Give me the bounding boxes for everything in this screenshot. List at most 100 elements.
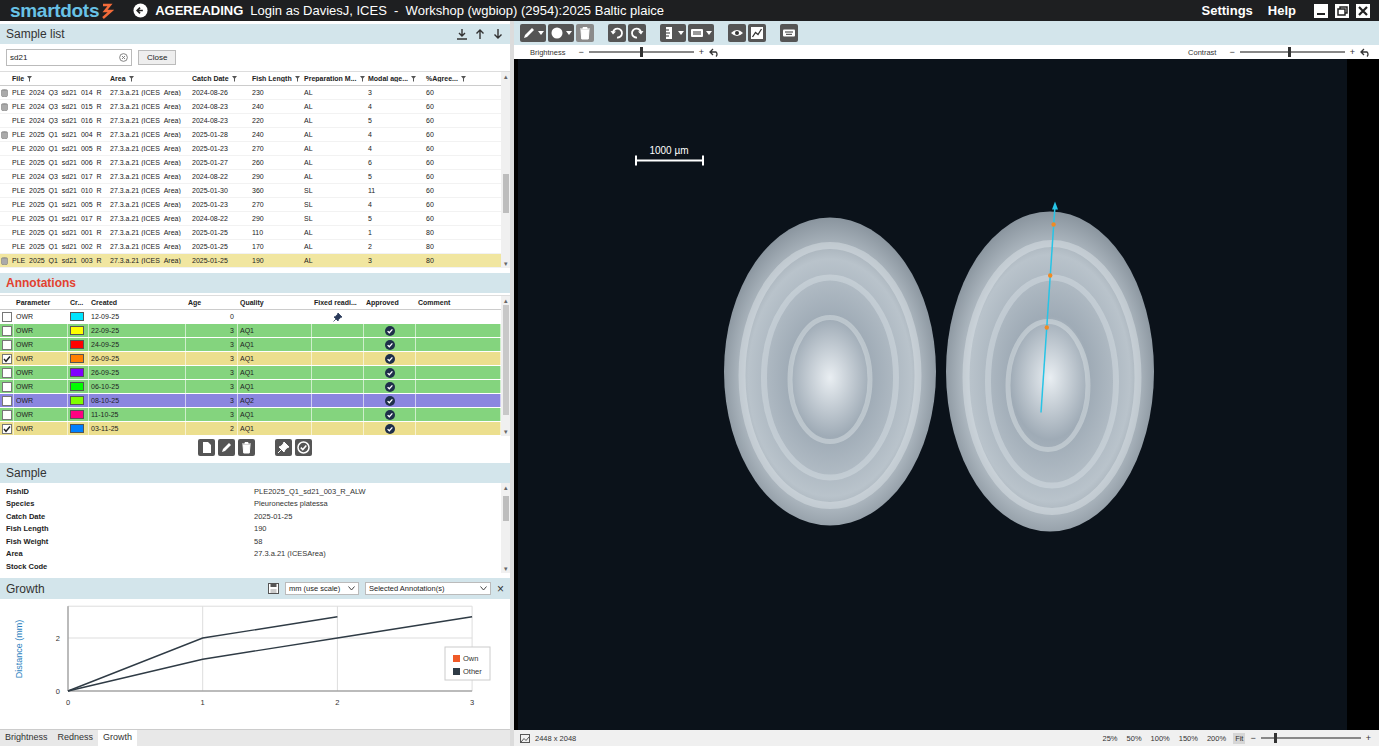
keyboard-button[interactable] <box>780 24 798 42</box>
increase-button[interactable]: + <box>1350 47 1355 57</box>
table-row[interactable]: PLE_2024_Q3_sd21_015_R27.3.a.21 (ICES_Ar… <box>0 100 501 114</box>
layers-tool[interactable] <box>688 24 714 42</box>
undo-button[interactable] <box>608 24 626 42</box>
slider-knob[interactable] <box>1288 47 1291 57</box>
row-checkbox[interactable] <box>2 312 12 322</box>
minimize-icon[interactable] <box>1313 3 1329 19</box>
table-row[interactable]: PLE_2025_Q1_sd21_001_R27.3.a.21 (ICES_Ar… <box>0 226 501 240</box>
column-header[interactable]: File <box>10 75 108 82</box>
annotation-row[interactable]: OWR26-09-253AQ1 <box>0 352 501 366</box>
otolith-image[interactable]: 1000 µm <box>518 59 1347 730</box>
close-button[interactable]: × <box>497 582 504 596</box>
search-field[interactable]: sd21 <box>6 49 132 66</box>
table-row[interactable]: PLE_2025_Q1_sd21_006_R27.3.a.21 (ICES_Ar… <box>0 156 501 170</box>
filter-icon[interactable] <box>411 76 416 82</box>
annotation-row[interactable]: OWR11-10-253AQ1 <box>0 408 501 422</box>
unit-select[interactable]: mm (use scale) <box>285 582 359 595</box>
column-header[interactable]: Modal age... <box>366 75 424 82</box>
approve-icon[interactable] <box>295 439 312 456</box>
slider[interactable] <box>589 51 694 53</box>
table-row[interactable]: PLE_2025_Q1_sd21_010_R27.3.a.21 (ICES_Ar… <box>0 184 501 198</box>
tab[interactable]: Growth <box>98 730 137 746</box>
delete-icon[interactable] <box>238 439 255 456</box>
zoom-slider[interactable] <box>1261 737 1361 739</box>
filter-icon[interactable] <box>461 76 466 82</box>
slider-knob[interactable] <box>640 47 643 57</box>
menu-item[interactable]: Settings <box>1202 3 1253 18</box>
dot-tool[interactable] <box>548 24 574 42</box>
maximize-icon[interactable] <box>1334 3 1350 19</box>
zoom-out-button[interactable]: − <box>1250 733 1255 743</box>
zoom-option[interactable]: 25% <box>1101 733 1120 744</box>
annotation-row[interactable]: OWR22-09-253AQ1 <box>0 324 501 338</box>
row-checkbox[interactable] <box>2 340 12 350</box>
annotation-row[interactable]: OWR08-10-253AQ2 <box>0 394 501 408</box>
row-checkbox[interactable] <box>2 368 12 378</box>
filter-icon[interactable] <box>360 76 365 82</box>
table-row[interactable]: PLE_2025_Q1_sd21_002_R27.3.a.21 (ICES_Ar… <box>0 240 501 254</box>
column-header[interactable]: Approved <box>364 296 416 309</box>
visibility-button[interactable] <box>728 24 746 42</box>
zoom-option[interactable]: Fit <box>1233 733 1245 744</box>
measure-tool[interactable] <box>660 24 686 42</box>
scrollbar[interactable]: ▴▾ <box>501 296 510 436</box>
slider-knob[interactable] <box>1274 733 1277 743</box>
column-header[interactable]: Cr... <box>68 296 89 309</box>
column-header[interactable]: Parameter <box>14 296 68 309</box>
tab[interactable]: Brightness <box>0 730 53 746</box>
clear-icon[interactable] <box>119 53 128 62</box>
row-checkbox[interactable] <box>2 326 12 336</box>
profile-button[interactable] <box>748 24 766 42</box>
row-checkbox[interactable] <box>2 396 12 406</box>
arrow-up-icon[interactable] <box>474 28 486 40</box>
increase-button[interactable]: + <box>699 47 704 57</box>
save-icon[interactable] <box>268 583 279 594</box>
filter-icon[interactable] <box>27 76 32 82</box>
reset-icon[interactable] <box>709 48 720 57</box>
annotation-row[interactable]: OWR24-09-253AQ1 <box>0 338 501 352</box>
column-header[interactable]: Fixed readi... <box>312 296 364 309</box>
pin-icon[interactable] <box>275 439 292 456</box>
tab[interactable]: Redness <box>53 730 99 746</box>
annotation-line[interactable] <box>1041 202 1058 413</box>
arrow-down-icon[interactable] <box>492 28 504 40</box>
column-header[interactable]: %Agree... <box>424 75 501 82</box>
column-header[interactable]: Quality <box>238 296 312 309</box>
reset-icon[interactable] <box>1360 48 1371 57</box>
table-row[interactable]: PLE_2025_Q1_sd21_017_R27.3.a.21 (ICES_Ar… <box>0 212 501 226</box>
slider[interactable] <box>1240 51 1345 53</box>
column-header[interactable]: Age <box>186 296 238 309</box>
zoom-in-button[interactable]: + <box>1366 733 1371 743</box>
new-annotation-icon[interactable] <box>198 439 215 456</box>
close-icon[interactable] <box>1355 3 1371 19</box>
row-checkbox[interactable] <box>2 382 12 392</box>
table-row[interactable]: PLE_2020_Q1_sd21_005_R27.3.a.21 (ICES_Ar… <box>0 142 501 156</box>
decrease-button[interactable]: − <box>578 47 583 57</box>
table-row[interactable]: PLE_2025_Q1_sd21_003_R27.3.a.21 (ICES_Ar… <box>0 254 501 268</box>
column-header[interactable]: Preparation M... <box>302 75 366 82</box>
column-header[interactable]: Fish Length <box>250 75 302 82</box>
column-header[interactable]: Catch Date <box>190 75 250 82</box>
redo-button[interactable] <box>628 24 646 42</box>
table-row[interactable]: PLE_2024_Q3_sd21_017_R27.3.a.21 (ICES_Ar… <box>0 170 501 184</box>
row-checkbox[interactable] <box>2 354 12 364</box>
filter-icon[interactable] <box>295 76 300 82</box>
zoom-option[interactable]: 50% <box>1125 733 1144 744</box>
annotation-select[interactable]: Selected Annotation(s) <box>365 582 491 595</box>
zoom-option[interactable]: 100% <box>1149 733 1172 744</box>
menu-item[interactable]: Help <box>1268 3 1296 18</box>
filter-icon[interactable] <box>129 76 134 82</box>
back-arrow-icon[interactable] <box>133 3 148 18</box>
draw-tool[interactable] <box>520 24 546 42</box>
column-header[interactable]: Area <box>108 75 190 82</box>
row-checkbox[interactable] <box>2 410 12 420</box>
annotation-row[interactable]: OWR03-11-252AQ1 <box>0 422 501 436</box>
table-row[interactable]: PLE_2024_Q3_sd21_014_R27.3.a.21 (ICES_Ar… <box>0 86 501 100</box>
zoom-option[interactable]: 200% <box>1205 733 1228 744</box>
table-row[interactable]: PLE_2025_Q1_sd21_004_R27.3.a.21 (ICES_Ar… <box>0 128 501 142</box>
annotation-row[interactable]: OWR12-09-250 <box>0 310 501 324</box>
row-checkbox[interactable] <box>2 424 12 434</box>
filter-icon[interactable] <box>232 76 237 82</box>
zoom-option[interactable]: 150% <box>1177 733 1200 744</box>
image-canvas[interactable]: 1000 µm <box>514 59 1379 730</box>
